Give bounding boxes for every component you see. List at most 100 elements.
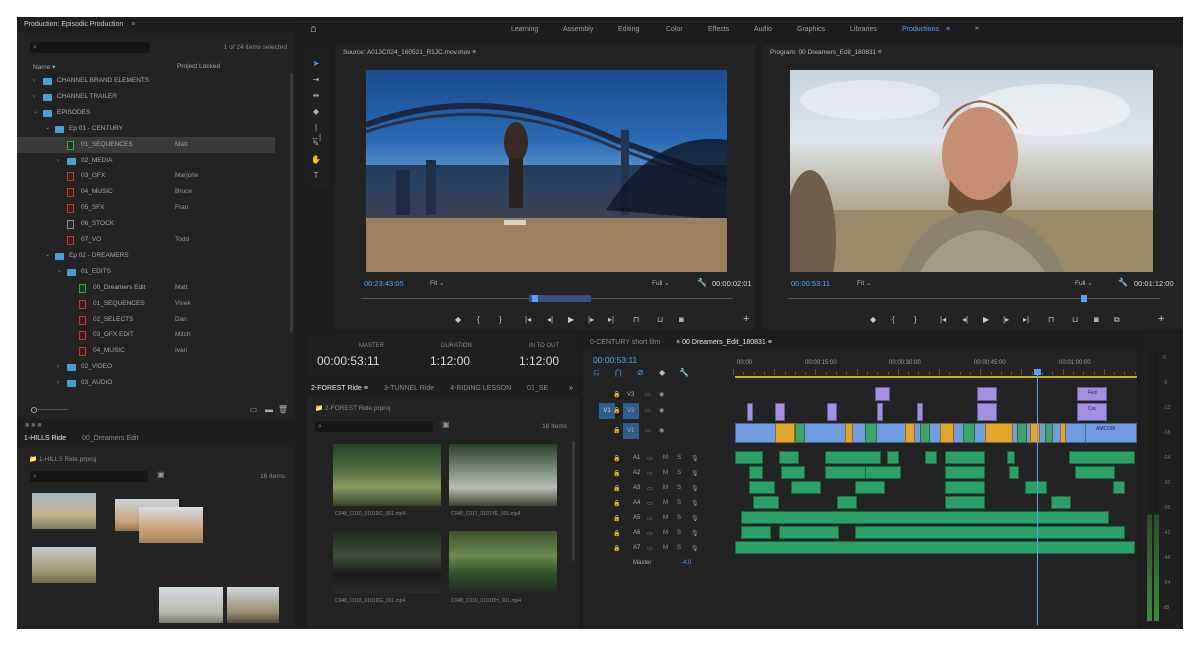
sync-icon[interactable]: ▭ bbox=[647, 515, 653, 522]
solo-icon[interactable]: S bbox=[677, 470, 681, 476]
more-tabs-icon[interactable]: » bbox=[569, 381, 573, 397]
work-area-bar[interactable] bbox=[735, 376, 1137, 378]
media-clip-thumb[interactable] bbox=[449, 444, 557, 506]
timeline-clip[interactable] bbox=[741, 511, 1109, 524]
mute-icon[interactable]: M bbox=[663, 515, 668, 521]
solo-icon[interactable]: S bbox=[677, 500, 681, 506]
media-clip-thumb[interactable] bbox=[333, 444, 441, 506]
project-tree-row[interactable]: 03_GFX EDIT Mitch bbox=[17, 327, 275, 343]
mic-icon[interactable]: 🎙 bbox=[691, 455, 699, 462]
audio-track-header[interactable]: A1 🔒 ▭ M S 🎙 bbox=[583, 451, 733, 466]
lock-icon[interactable]: 🔒 bbox=[613, 427, 620, 434]
timeline-clip[interactable] bbox=[985, 423, 1013, 443]
project-tree-row[interactable]: ⌄ 01_EDITS bbox=[17, 264, 275, 280]
audio-track-header[interactable]: A6 🔒 ▭ M S 🎙 bbox=[583, 526, 733, 541]
timeline-clip[interactable]: Cro bbox=[1077, 403, 1107, 421]
bin-thumb[interactable] bbox=[227, 587, 279, 623]
timeline-clip[interactable] bbox=[877, 403, 883, 421]
timeline-clip[interactable] bbox=[1069, 451, 1135, 464]
export-frame-icon[interactable]: ◙ bbox=[679, 315, 684, 324]
more-workspaces-icon[interactable]: » bbox=[975, 25, 979, 32]
eye-icon[interactable]: ◉ bbox=[659, 407, 664, 414]
play-icon[interactable]: ▶ bbox=[568, 315, 574, 324]
expand-closed-icon[interactable]: › bbox=[57, 153, 59, 169]
play-icon[interactable]: ▶ bbox=[983, 315, 989, 324]
insert-icon[interactable]: ⊓ bbox=[633, 315, 639, 324]
workspace-libraries[interactable]: Libraries bbox=[850, 26, 877, 33]
timeline-clip[interactable] bbox=[945, 481, 985, 494]
expand-open-icon[interactable]: ⌄ bbox=[45, 120, 50, 136]
project-search-input[interactable]: ⌕ bbox=[30, 42, 150, 53]
extract-icon[interactable]: ⊔ bbox=[1072, 315, 1078, 324]
timeline-clip[interactable] bbox=[735, 451, 763, 464]
hand-icon[interactable]: ✋ bbox=[311, 155, 321, 165]
eye-icon[interactable]: ◉ bbox=[659, 391, 664, 398]
mute-icon[interactable]: M bbox=[663, 530, 668, 536]
program-playhead[interactable] bbox=[1081, 295, 1087, 302]
timeline-clip[interactable] bbox=[747, 403, 753, 421]
insert-nest-icon[interactable]: ⎌ bbox=[593, 368, 599, 378]
timeline-clip[interactable] bbox=[1007, 451, 1015, 464]
timeline-clip[interactable] bbox=[735, 541, 1135, 554]
lock-icon[interactable]: 🔒 bbox=[613, 470, 620, 477]
selection-tool-icon[interactable]: ➤ bbox=[311, 59, 321, 69]
timeline-settings-icon[interactable]: 🔧 bbox=[679, 368, 689, 377]
mark-out-icon[interactable]: } bbox=[914, 315, 917, 324]
mic-icon[interactable]: 🎙 bbox=[691, 545, 699, 552]
workspace-editing[interactable]: Editing bbox=[618, 26, 639, 33]
program-video-frame[interactable] bbox=[790, 70, 1153, 272]
tab-01-se[interactable]: 01_SE bbox=[527, 381, 548, 397]
timeline-clip[interactable] bbox=[905, 423, 915, 443]
project-panel-header[interactable]: Production: Episodic Production ≡ bbox=[17, 17, 295, 33]
source-scrub-bar[interactable] bbox=[361, 295, 733, 303]
timeline-clip[interactable] bbox=[1017, 423, 1027, 443]
source-timecode-in[interactable]: 00:23:43:05 bbox=[364, 279, 404, 288]
sync-icon[interactable]: ▭ bbox=[647, 485, 653, 492]
add-marker-icon[interactable]: ◆ bbox=[870, 315, 876, 324]
go-to-in-icon[interactable]: |◂ bbox=[525, 315, 531, 324]
add-marker-icon[interactable]: ◆ bbox=[659, 368, 665, 377]
timeline-clip[interactable] bbox=[1075, 466, 1115, 479]
timeline-clip[interactable] bbox=[945, 496, 985, 509]
source-video-frame[interactable] bbox=[366, 70, 727, 272]
project-tree-row[interactable]: 03_GFX Marjorie bbox=[17, 168, 275, 184]
add-button-icon[interactable]: + bbox=[1158, 313, 1164, 325]
sync-icon[interactable]: ▭ bbox=[647, 530, 653, 537]
program-quality-select[interactable]: Full ⌄ bbox=[1075, 279, 1093, 287]
media-clip-thumb[interactable] bbox=[449, 531, 557, 593]
lock-icon[interactable]: 🔒 bbox=[613, 485, 620, 492]
overwrite-icon[interactable]: ⊔ bbox=[657, 315, 663, 324]
mute-icon[interactable]: M bbox=[663, 485, 668, 491]
timeline-clip[interactable] bbox=[1009, 466, 1019, 479]
project-tree-row[interactable]: › CHANNEL BRAND ELEMENTS bbox=[17, 73, 275, 89]
bin-up-icon[interactable]: 📁 bbox=[315, 405, 323, 412]
project-tree-row[interactable]: 01_SEQUENCES Vivek bbox=[17, 296, 275, 312]
timeline-clip[interactable] bbox=[749, 481, 775, 494]
tab-century-short-film[interactable]: 0-CENTURY short film bbox=[590, 335, 660, 351]
timeline-clip[interactable] bbox=[875, 387, 890, 401]
video-track-header[interactable]: V3 🔒 ▭ ◉ bbox=[583, 387, 733, 403]
new-bin-icon[interactable]: ▣ bbox=[442, 420, 450, 429]
project-tree-row[interactable]: 07_VO Todd bbox=[17, 232, 275, 248]
timeline-clip[interactable] bbox=[1045, 423, 1053, 443]
audio-track-header[interactable]: A5 🔒 ▭ M S 🎙 bbox=[583, 511, 733, 526]
expand-open-icon[interactable]: ⌄ bbox=[57, 263, 62, 279]
zoom-slider[interactable] bbox=[31, 407, 69, 413]
source-playhead[interactable] bbox=[532, 295, 538, 302]
project-tree-row[interactable]: 04_MUSIC Ivan bbox=[17, 343, 275, 359]
lift-icon[interactable]: ⊓ bbox=[1048, 315, 1054, 324]
lock-icon[interactable]: 🔒 bbox=[613, 391, 620, 398]
project-tree-row[interactable]: 02_SELECTS Dan bbox=[17, 312, 275, 328]
timeline-clip[interactable] bbox=[1025, 481, 1047, 494]
sync-icon[interactable]: ▭ bbox=[647, 545, 653, 552]
solo-icon[interactable]: S bbox=[677, 530, 681, 536]
expand-open-icon[interactable]: ⌄ bbox=[45, 247, 50, 263]
bin-thumb[interactable] bbox=[159, 587, 223, 623]
bin-thumb[interactable] bbox=[32, 547, 96, 583]
mark-in-icon[interactable]: { bbox=[477, 315, 480, 324]
media-clip-thumb[interactable] bbox=[333, 531, 441, 593]
timeline-playhead[interactable] bbox=[1037, 369, 1038, 625]
add-marker-icon[interactable]: ◆ bbox=[455, 315, 461, 324]
bin-up-icon[interactable]: 📁 bbox=[29, 456, 37, 463]
solo-icon[interactable]: S bbox=[677, 545, 681, 551]
